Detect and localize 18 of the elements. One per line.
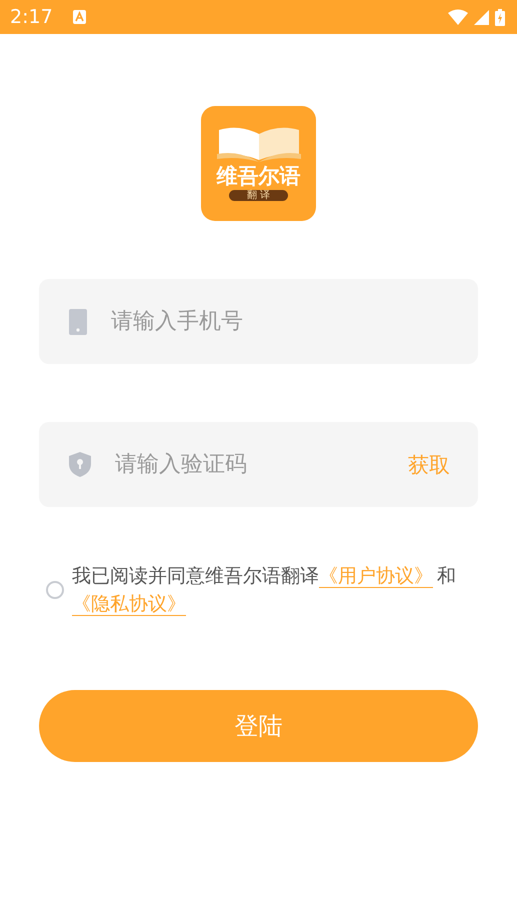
- get-code-button[interactable]: 获取: [408, 450, 450, 478]
- book-icon: [216, 126, 300, 162]
- code-field[interactable]: 请输入验证码: [115, 452, 384, 477]
- battery-icon: [495, 8, 505, 26]
- logo-subtitle: 翻 译: [228, 190, 288, 201]
- login-button[interactable]: 登陆: [39, 690, 478, 762]
- shield-icon: [69, 452, 91, 477]
- notification-icon: [72, 10, 86, 24]
- agreement-link[interactable]: 《隐私协议》: [72, 593, 190, 615]
- phone-field[interactable]: 请输入手机号: [111, 309, 450, 334]
- agree-checkbox[interactable]: [46, 581, 64, 599]
- phone-icon: [69, 308, 87, 334]
- signal-icon: [474, 10, 489, 24]
- status-time: 2:17: [10, 6, 53, 28]
- agreement-link[interactable]: 《用户协议》: [319, 565, 437, 587]
- wifi-icon: [448, 9, 468, 25]
- logo-title: 维吾尔语: [216, 164, 300, 188]
- agreement-text: 我已阅读并同意维吾尔语翻译《用户协议》 和 《隐私协议》: [72, 564, 457, 617]
